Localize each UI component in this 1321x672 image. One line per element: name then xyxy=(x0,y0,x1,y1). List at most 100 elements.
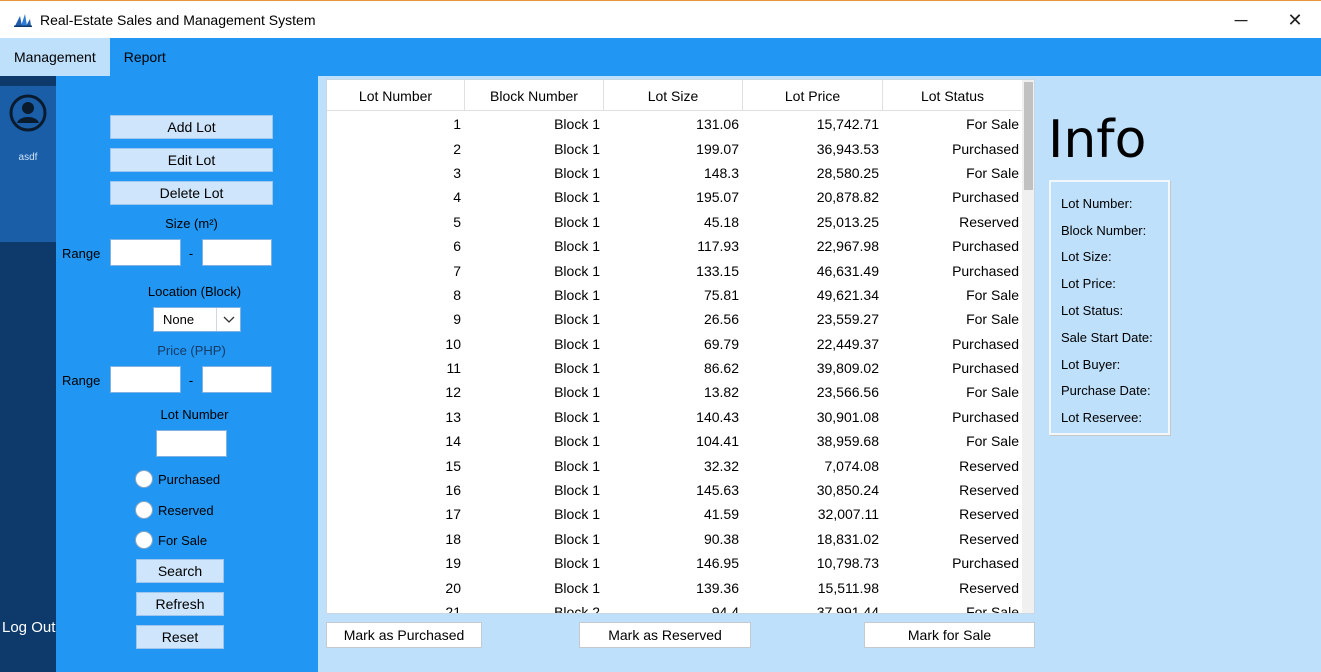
table-row[interactable]: 13 Block 1 140.43 30,901.08 Purchased xyxy=(327,405,1023,429)
table-row[interactable]: 6 Block 1 117.93 22,967.98 Purchased xyxy=(327,234,1023,258)
table-row[interactable]: 18 Block 1 90.38 18,831.02 Reserved xyxy=(327,527,1023,551)
column-header-lot-price[interactable]: Lot Price xyxy=(743,80,883,111)
logout-button[interactable]: Log Out xyxy=(2,619,55,636)
cell-lot-number: 12 xyxy=(445,384,461,401)
cell-block-number: Block 1 xyxy=(554,286,600,303)
user-name: asdf xyxy=(18,152,38,163)
size-range-label: Range xyxy=(62,246,101,261)
mark-reserved-button[interactable]: Mark as Reserved xyxy=(579,622,751,648)
column-header-lot-size[interactable]: Lot Size xyxy=(604,80,743,111)
table-row[interactable]: 11 Block 1 86.62 39,809.02 Purchased xyxy=(327,356,1023,380)
edit-lot-button[interactable]: Edit Lot xyxy=(110,148,273,172)
cell-lot-size: 133.15 xyxy=(696,262,739,279)
info-field-label: Lot Number: xyxy=(1061,195,1133,211)
cell-lot-status: Reserved xyxy=(959,213,1019,230)
table-row[interactable]: 1 Block 1 131.06 15,742.71 For Sale xyxy=(327,112,1023,136)
column-header-lot-number[interactable]: Lot Number xyxy=(327,80,465,111)
table-row[interactable]: 9 Block 1 26.56 23,559.27 For Sale xyxy=(327,307,1023,331)
filter-panel: Add Lot Edit Lot Delete Lot Size (m²) Ra… xyxy=(56,76,318,672)
reset-button[interactable]: Reset xyxy=(136,625,224,649)
user-avatar-icon xyxy=(9,94,47,132)
cell-block-number: Block 1 xyxy=(554,408,600,425)
radio-purchased[interactable]: Purchased xyxy=(135,469,220,489)
close-button[interactable]: ✕ xyxy=(1272,1,1318,39)
search-button[interactable]: Search xyxy=(136,559,224,583)
mark-purchased-button[interactable]: Mark as Purchased xyxy=(326,622,482,648)
radio-for-sale[interactable]: For Sale xyxy=(135,530,207,550)
size-range-dash: - xyxy=(188,246,194,261)
cell-lot-number: 14 xyxy=(445,433,461,450)
cell-block-number: Block 1 xyxy=(554,140,600,157)
radio-circle[interactable] xyxy=(135,501,153,519)
table-body: 1 Block 1 131.06 15,742.71 For Sale 2 Block 11… xyxy=(327,112,1023,613)
radio-circle[interactable] xyxy=(135,470,153,488)
cell-lot-status: Purchased xyxy=(952,238,1019,255)
table-row[interactable]: 7 Block 1 133.15 46,631.49 Purchased xyxy=(327,258,1023,282)
cell-lot-price: 23,566.56 xyxy=(816,384,879,401)
size-max-input[interactable] xyxy=(202,239,272,266)
cell-lot-size: 145.63 xyxy=(696,482,739,499)
radio-reserved-label: Reserved xyxy=(158,502,214,518)
cell-lot-price: 10,798.73 xyxy=(816,555,879,572)
table-row[interactable]: 14 Block 1 104.41 38,959.68 For Sale xyxy=(327,429,1023,453)
cell-lot-status: Purchased xyxy=(952,408,1019,425)
cell-lot-price: 38,959.68 xyxy=(816,433,879,450)
minimize-button[interactable]: ─ xyxy=(1218,1,1264,39)
price-min-input[interactable] xyxy=(110,366,181,393)
radio-purchased-label: Purchased xyxy=(158,471,221,487)
cell-lot-number: 11 xyxy=(446,360,461,377)
cell-lot-size: 69.79 xyxy=(703,335,739,352)
radio-for-sale-label: For Sale xyxy=(158,532,208,548)
radio-circle[interactable] xyxy=(135,531,153,549)
cell-lot-size: 41.59 xyxy=(703,506,739,523)
table-row[interactable]: 21 Block 2 94.4 37,991.44 For Sale xyxy=(327,600,1023,613)
cell-lot-size: 45.18 xyxy=(703,213,739,230)
table-row[interactable]: 8 Block 1 75.81 49,621.34 For Sale xyxy=(327,283,1023,307)
table-row[interactable]: 5 Block 1 45.18 25,013.25 Reserved xyxy=(327,210,1023,234)
location-select[interactable]: None xyxy=(153,307,241,332)
info-field-label: Sale Start Date: xyxy=(1061,329,1153,345)
cell-block-number: Block 1 xyxy=(554,116,600,133)
cell-lot-size: 86.62 xyxy=(703,360,739,377)
cell-lot-size: 140.43 xyxy=(696,408,739,425)
size-min-input[interactable] xyxy=(110,239,181,266)
user-tile[interactable]: asdf xyxy=(0,86,56,242)
nav-strip: asdf Log Out xyxy=(0,76,56,672)
table-row[interactable]: 17 Block 1 41.59 32,007.11 Reserved xyxy=(327,502,1023,526)
cell-lot-number: 2 xyxy=(453,140,461,157)
location-selected-value: None xyxy=(163,312,195,327)
lot-number-input[interactable] xyxy=(156,430,227,457)
table-row[interactable]: 20 Block 1 139.36 15,511.98 Reserved xyxy=(327,575,1023,599)
chevron-down-icon xyxy=(216,308,240,331)
cell-block-number: Block 1 xyxy=(554,506,600,523)
cell-lot-price: 15,511.98 xyxy=(817,579,879,596)
price-max-input[interactable] xyxy=(202,366,272,393)
table-row[interactable]: 15 Block 1 32.32 7,074.08 Reserved xyxy=(327,453,1023,477)
cell-block-number: Block 1 xyxy=(554,555,600,572)
cell-lot-size: 195.07 xyxy=(696,189,739,206)
column-header-block-number[interactable]: Block Number xyxy=(465,80,604,111)
refresh-button[interactable]: Refresh xyxy=(136,592,224,616)
table-row[interactable]: 19 Block 1 146.95 10,798.73 Purchased xyxy=(327,551,1023,575)
menu-management[interactable]: Management xyxy=(0,38,110,76)
menu-report[interactable]: Report xyxy=(110,38,180,76)
scrollbar-thumb[interactable] xyxy=(1024,82,1033,190)
table-row[interactable]: 2 Block 1 199.07 36,943.53 Purchased xyxy=(327,136,1023,160)
table-row[interactable]: 4 Block 1 195.07 20,878.82 Purchased xyxy=(327,185,1023,209)
table-scrollbar[interactable] xyxy=(1022,80,1034,613)
table-row[interactable]: 12 Block 1 13.82 23,566.56 For Sale xyxy=(327,380,1023,404)
cell-lot-number: 8 xyxy=(453,286,461,303)
table-row[interactable]: 10 Block 1 69.79 22,449.37 Purchased xyxy=(327,332,1023,356)
mark-for-sale-button[interactable]: Mark for Sale xyxy=(864,622,1035,648)
table-row[interactable]: 16 Block 1 145.63 30,850.24 Reserved xyxy=(327,478,1023,502)
table-row[interactable]: 3 Block 1 148.3 28,580.25 For Sale xyxy=(327,161,1023,185)
radio-reserved[interactable]: Reserved xyxy=(135,500,214,520)
add-lot-button[interactable]: Add Lot xyxy=(110,115,273,139)
cell-lot-status: Reserved xyxy=(959,482,1019,499)
delete-lot-button[interactable]: Delete Lot xyxy=(110,181,273,205)
column-header-lot-status[interactable]: Lot Status xyxy=(883,80,1023,111)
cell-lot-number: 15 xyxy=(445,457,461,474)
lots-table[interactable]: Lot Number Block Number Lot Size Lot Pri… xyxy=(326,79,1035,614)
cell-lot-price: 32,007.11 xyxy=(817,506,879,523)
cell-block-number: Block 1 xyxy=(554,335,600,352)
